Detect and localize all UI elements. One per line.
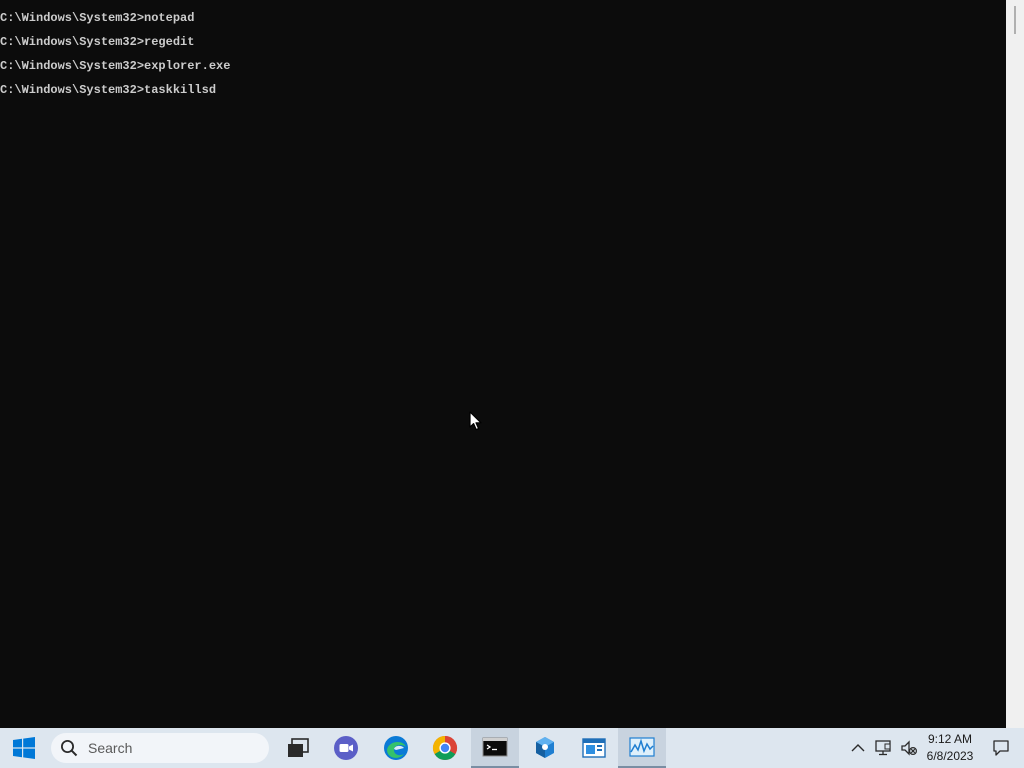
clock-date: 6/8/2023 [926, 749, 974, 763]
windows-logo-icon [13, 737, 35, 759]
taskbar: 9:12 AM 6/8/2023 [0, 728, 1024, 768]
command-prompt-button[interactable] [471, 728, 519, 768]
action-center-icon [993, 740, 1009, 756]
network-icon [875, 740, 891, 756]
console-output: C:\Windows\System32>notepad C:\Windows\S… [0, 10, 230, 106]
search-icon [61, 740, 78, 757]
edge-button[interactable] [372, 728, 420, 768]
scrollbar-thumb[interactable] [1014, 6, 1016, 34]
settings-cube-button[interactable] [521, 728, 569, 768]
start-button[interactable] [0, 728, 48, 768]
task-view-button[interactable] [274, 728, 322, 768]
volume-button[interactable] [898, 728, 920, 768]
command-prompt-console[interactable]: C:\Windows\System32>notepad C:\Windows\S… [0, 0, 1006, 728]
taskbar-search[interactable] [51, 733, 269, 763]
task-view-icon [288, 738, 309, 757]
network-button[interactable] [872, 728, 894, 768]
console-scrollbar[interactable] [1006, 0, 1024, 728]
show-hidden-icons-icon [851, 744, 865, 752]
volume-muted-icon [901, 740, 918, 756]
command-prompt-icon [482, 737, 508, 757]
window-app-icon [582, 738, 606, 758]
performance-monitor-icon [629, 737, 655, 757]
mouse-cursor-icon [469, 411, 482, 431]
console-line: C:\Windows\System32>regedit [0, 35, 195, 49]
window-app-button[interactable] [570, 728, 618, 768]
chrome-icon [432, 736, 458, 761]
teams-meet-button[interactable] [322, 728, 370, 768]
performance-monitor-button[interactable] [618, 728, 666, 768]
chrome-button[interactable] [421, 728, 469, 768]
show-hidden-icons-button[interactable] [848, 728, 868, 768]
action-center-button[interactable] [988, 728, 1014, 768]
teams-meet-icon [334, 736, 358, 760]
edge-icon [384, 736, 408, 760]
console-line: C:\Windows\System32>notepad [0, 11, 195, 25]
search-input[interactable] [86, 739, 260, 757]
clock[interactable]: 9:12 AM 6/8/2023 [922, 731, 978, 765]
clock-time: 9:12 AM [927, 732, 973, 746]
console-input-line[interactable]: C:\Windows\System32>taskkillsd [0, 82, 230, 106]
settings-cube-icon [536, 737, 554, 758]
console-line: C:\Windows\System32>explorer.exe [0, 59, 231, 73]
